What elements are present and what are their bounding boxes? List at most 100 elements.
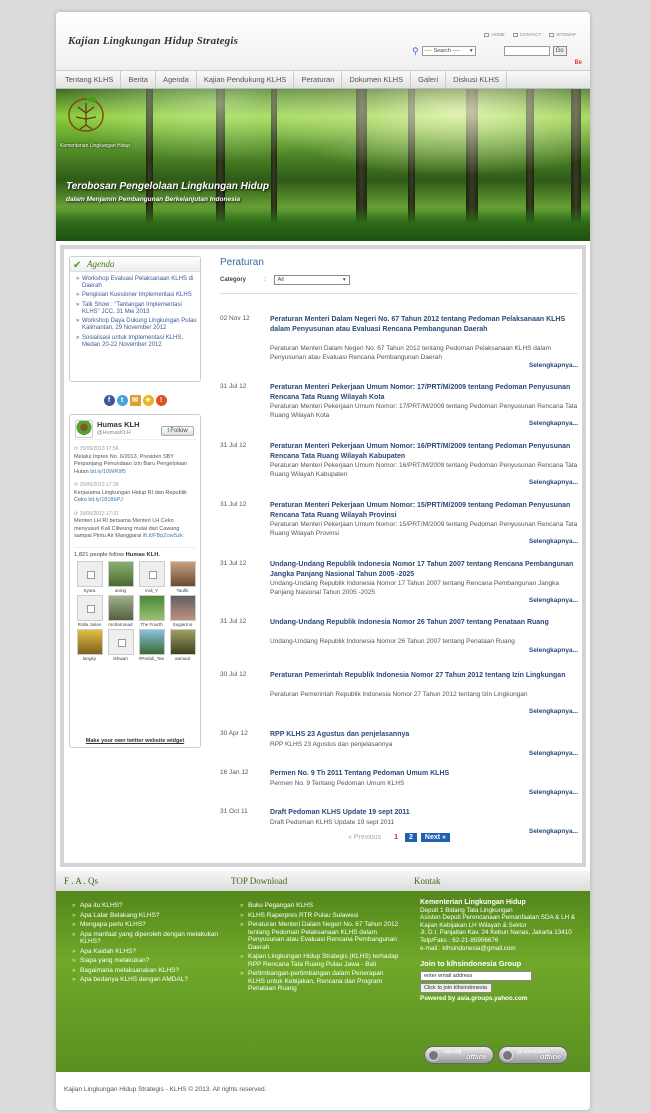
- post-title[interactable]: Undang-Undang Republik Indonesia Nomor 1…: [270, 560, 578, 579]
- page-2-button[interactable]: 2: [404, 833, 417, 842]
- post-title[interactable]: Permen No. 9 Th 2011 Tentang Pedoman Umu…: [270, 769, 578, 779]
- download-item[interactable]: Buku Pegangan KLHS: [240, 902, 400, 910]
- download-item[interactable]: KLHS Raperpres RTR Pulau Sulawesi: [240, 912, 400, 920]
- make-widget-link[interactable]: Make your own twitter website widget: [70, 738, 200, 744]
- search-input[interactable]: [503, 46, 550, 56]
- post-date: 30 Apr 12: [220, 730, 248, 737]
- faq-item[interactable]: Siapa yang melakukan?: [72, 957, 222, 965]
- faq-item[interactable]: Apa Latar Belakang KLHS?: [72, 912, 222, 920]
- search-select[interactable]: ---- Search ---- ▾: [421, 46, 476, 56]
- tweet: ⟳ 15/06/2013 17:31 Menteri LH RI bersama…: [74, 511, 196, 541]
- follower[interactable]: iAdi_Y: [136, 560, 167, 593]
- email-icon[interactable]: ✉: [129, 394, 141, 406]
- download-item[interactable]: Peraturan Menteri Dalam Negeri No. 67 Ta…: [240, 921, 400, 951]
- messenger-status-2[interactable]: gk.kanakanera offline: [498, 1046, 568, 1064]
- powered-by[interactable]: Powered by asia.groups.yahoo.com: [420, 995, 584, 1003]
- faq-item[interactable]: Apa bedanya KLHS dengan AMDAL?: [72, 976, 222, 984]
- avatar[interactable]: [75, 420, 93, 438]
- post-date: 30 Jul 12: [220, 671, 247, 678]
- read-more-link[interactable]: Selengkapnya...: [529, 789, 578, 796]
- follower[interactable]: Rolla Julian: [74, 594, 105, 627]
- nav-galeri[interactable]: Galeri: [411, 71, 447, 88]
- twitter-handle[interactable]: @HumasKLH: [97, 430, 131, 436]
- read-more-link[interactable]: Selengkapnya...: [529, 708, 578, 715]
- tweet-time[interactable]: ⟳ 15/06/2013 17:56: [74, 446, 196, 454]
- go-button[interactable]: Go: [552, 46, 567, 56]
- download-item[interactable]: Kajian Lingkungan Hidup Strategis (KLHS)…: [240, 953, 400, 968]
- nav-kajian-pendukung[interactable]: Kajian Pendukung KLHS: [197, 71, 295, 88]
- next-page-button[interactable]: Next »: [420, 833, 450, 842]
- nav-tentang-klhs[interactable]: Tentang KLHS: [56, 71, 122, 88]
- post-date: 31 Jul 12: [220, 383, 247, 390]
- post-title[interactable]: Peraturan Menteri Pekerjaan Umum Nomor: …: [270, 383, 578, 402]
- follower[interactable]: aamaul: [167, 628, 198, 661]
- read-more-link[interactable]: Selengkapnya...: [529, 597, 578, 604]
- home-link[interactable]: HOME: [484, 32, 505, 37]
- follow-button[interactable]: t Follow: [161, 426, 194, 436]
- follower[interactable]: The Fourth: [136, 594, 167, 627]
- follower[interactable]: Syara: [74, 560, 105, 593]
- favorite-star-icon[interactable]: ★: [142, 394, 154, 406]
- facebook-icon[interactable]: f: [103, 394, 115, 406]
- twitter-icon[interactable]: t: [116, 394, 128, 406]
- faq-item[interactable]: Apa manfaat yang diperoleh dengan melaku…: [72, 931, 222, 946]
- followers-count: 1,821 people follow Humas KLH.: [74, 546, 196, 558]
- nav-berita[interactable]: Berita: [121, 71, 156, 88]
- follower[interactable]: langky: [74, 628, 105, 661]
- faq-item[interactable]: Bagaimana melaksanakan KLHS?: [72, 967, 222, 975]
- post-title[interactable]: Peraturan Menteri Pekerjaan Umum Nomor: …: [270, 442, 578, 461]
- alert-icon[interactable]: !: [155, 394, 167, 406]
- nav-peraturan[interactable]: Peraturan: [294, 71, 343, 88]
- post-title[interactable]: Undang-Undang Republik Indonesia Nomor 2…: [270, 618, 578, 628]
- post-title[interactable]: Peraturan Menteri Pekerjaan Umum Nomor: …: [270, 501, 578, 520]
- category-select[interactable]: All ▾: [273, 275, 350, 285]
- follower[interactable]: #Peduli_Tan: [136, 628, 167, 661]
- read-more-link[interactable]: Selengkapnya...: [529, 828, 578, 835]
- post-title[interactable]: Peraturan Pemerintah Republik Indonesia …: [270, 671, 578, 681]
- current-page: 1: [394, 834, 398, 841]
- tweet-link[interactable]: bit.ly/10WR9f5: [90, 469, 126, 475]
- read-more-link[interactable]: Selengkapnya...: [529, 420, 578, 427]
- faq-item[interactable]: Mengapa perlu KLHS?: [72, 921, 222, 929]
- messenger-status-1[interactable]: hapradg offline: [424, 1046, 494, 1064]
- sitemap-link[interactable]: SITEMAP: [549, 32, 576, 37]
- read-more-link[interactable]: Selengkapnya...: [529, 538, 578, 545]
- nav-agenda[interactable]: Agenda: [156, 71, 197, 88]
- twitter-name[interactable]: Humas KLH: [97, 420, 140, 429]
- read-more-link[interactable]: Selengkapnya...: [529, 362, 578, 369]
- chevron-down-icon: ▾: [342, 277, 346, 283]
- nav-dokumen[interactable]: Dokumen KLHS: [342, 71, 412, 88]
- tweet-time[interactable]: ⟳ 15/06/2013 17:39: [74, 482, 196, 490]
- contact-link[interactable]: CONTACT: [512, 32, 541, 37]
- follower[interactable]: Taufik: [167, 560, 198, 593]
- join-button[interactable]: Click to join klhsindonesia: [420, 982, 492, 993]
- read-more-link[interactable]: Selengkapnya...: [529, 750, 578, 757]
- follower[interactable]: Sugiarmo: [167, 594, 198, 627]
- site-title[interactable]: Kajian Lingkungan Hidup Strategis: [68, 35, 238, 47]
- read-more-link[interactable]: Selengkapnya...: [529, 479, 578, 486]
- agenda-item[interactable]: Sosialisasi untuk Implementasi KLHS, Med…: [76, 335, 197, 349]
- follower[interactable]: Ikhwan: [105, 628, 136, 661]
- contact-email[interactable]: e-mail : klhsindonesia@gmail.com: [420, 945, 584, 953]
- agenda-item[interactable]: Workshop Daya Dukung Lingkungan Pulau Ka…: [76, 318, 197, 332]
- follower[interactable]: mohammad: [105, 594, 136, 627]
- download-item[interactable]: Pertimbangan-pertimbangan dalam Penerapa…: [240, 970, 400, 993]
- tweet-time[interactable]: ⟳ 15/06/2013 17:31: [74, 511, 196, 519]
- tweet-link[interactable]: bit.ly/1818bPJ: [88, 497, 123, 503]
- post-title[interactable]: RPP KLHS 23 Agustus dan penjelasannya: [270, 730, 578, 740]
- nav-diskusi[interactable]: Diskusi KLHS: [446, 71, 507, 88]
- post-title[interactable]: Peraturan Menteri Dalam Negeri No. 67 Ta…: [270, 315, 578, 334]
- footer: F . A . Qs TOP Download Kontak Apa itu K…: [56, 871, 590, 1072]
- post-title[interactable]: Draft Pedoman KLHS Update 19 sept 2011: [270, 808, 578, 818]
- follower[interactable]: aning: [105, 560, 136, 593]
- faq-item[interactable]: Apa itu KLHS?: [72, 902, 222, 910]
- agenda-item[interactable]: Pengisian Kuesioner Implementasi KLHS: [76, 292, 197, 299]
- post-desc: Peraturan Pemerintah Republik Indonesia …: [270, 691, 528, 698]
- email-field[interactable]: enter email address: [420, 970, 532, 981]
- agenda-item[interactable]: Talk Show : "Tantangan Implementasi KLHS…: [76, 302, 197, 316]
- tweet-link[interactable]: ift.tt/FBpZowSzk: [143, 533, 183, 539]
- previous-page[interactable]: « Previous: [348, 834, 381, 841]
- faq-item[interactable]: Apa Kaidah KLHS?: [72, 948, 222, 956]
- agenda-item[interactable]: Workshop Evaluasi Pelaksanaan KLHS di Da…: [76, 276, 197, 290]
- read-more-link[interactable]: Selengkapnya...: [529, 647, 578, 654]
